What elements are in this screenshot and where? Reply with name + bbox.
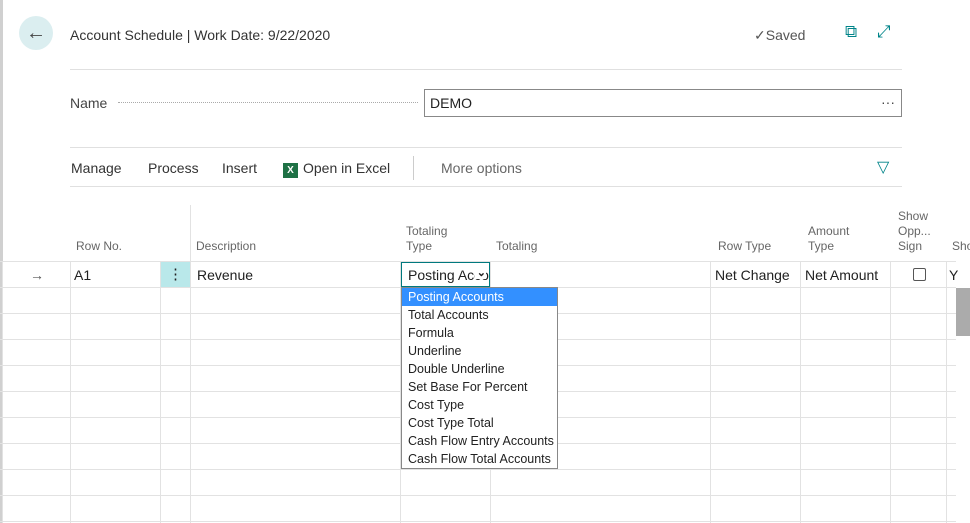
open-in-excel-label: Open in Excel [303, 160, 391, 176]
grid-column-line [946, 261, 947, 523]
dropdown-option[interactable]: Set Base For Percent [402, 378, 557, 396]
grid-column-line [710, 261, 711, 523]
separator [413, 156, 414, 180]
name-value: DEMO [430, 95, 472, 111]
dropdown-option[interactable]: Cost Type Total [402, 414, 557, 432]
dropdown-option[interactable]: Cash Flow Entry Accounts [402, 432, 557, 450]
col-header-row-no[interactable]: Row No. [76, 239, 122, 254]
vertical-scrollbar[interactable] [956, 288, 970, 336]
leader-dots [118, 102, 418, 103]
lookup-ellipsis-button[interactable]: ··· [881, 94, 895, 110]
arrow-left-icon: ← [26, 21, 46, 44]
row-no-cell[interactable]: A1 [74, 267, 91, 283]
chevron-down-icon: ⌄ [474, 266, 486, 279]
dropdown-option[interactable]: Underline [402, 342, 557, 360]
dropdown-option[interactable]: Total Accounts [402, 306, 557, 324]
show-opp-sign-checkbox[interactable] [913, 268, 926, 281]
col-header-show-opp-sign[interactable]: Show Opp... Sign [898, 209, 931, 254]
row-type-cell[interactable]: Net Change [715, 267, 790, 283]
col-header-amount-type[interactable]: Amount Type [808, 224, 849, 254]
show-cell[interactable]: Y [949, 267, 958, 283]
process-button[interactable]: Process [148, 160, 199, 176]
col-header-show[interactable]: Sho [952, 239, 970, 254]
totaling-type-select[interactable]: Posting Accounts⌄ [401, 262, 490, 287]
description-cell[interactable]: Revenue [197, 267, 253, 283]
excel-icon: X [283, 163, 298, 178]
insert-button[interactable]: Insert [222, 160, 257, 176]
divider [70, 186, 902, 187]
current-row-arrow-icon: → [30, 267, 44, 283]
expand-icon[interactable]: ⤢ [877, 22, 891, 42]
back-button[interactable]: ← [19, 16, 53, 50]
divider [70, 147, 902, 148]
row-menu-button[interactable]: ⋮ [161, 262, 190, 287]
grid-row-line [0, 469, 956, 470]
dropdown-option[interactable]: Double Underline [402, 360, 557, 378]
dropdown-option[interactable]: Formula [402, 324, 557, 342]
dropdown-option[interactable]: Cost Type [402, 396, 557, 414]
name-input[interactable]: DEMO ··· [424, 89, 902, 117]
grid-row-line [0, 521, 956, 522]
grid-column-line [890, 261, 891, 523]
saved-status: ✓Saved [754, 27, 806, 43]
grid-column-line [160, 261, 161, 523]
amount-type-cell[interactable]: Net Amount [805, 267, 878, 283]
col-header-totaling-type[interactable]: Totaling Type [406, 224, 447, 254]
page-title: Account Schedule | Work Date: 9/22/2020 [70, 27, 331, 43]
divider [70, 69, 902, 70]
grid-column-line [70, 261, 71, 523]
dropdown-option[interactable]: Posting Accounts [402, 288, 557, 306]
col-header-totaling[interactable]: Totaling [496, 239, 537, 254]
open-new-window-icon[interactable]: ⧉ [845, 22, 857, 42]
col-header-description[interactable]: Description [196, 239, 256, 254]
grid-column-line [2, 261, 3, 523]
more-vertical-icon: ⋮ [168, 266, 183, 283]
grid-row-line [0, 495, 956, 496]
manage-button[interactable]: Manage [71, 160, 122, 176]
totaling-type-dropdown-list: Posting Accounts Total Accounts Formula Und… [401, 287, 558, 469]
grid-column-line [800, 261, 801, 523]
name-label: Name [70, 95, 108, 111]
grid-column-line [190, 261, 191, 523]
open-in-excel-button[interactable]: X Open in Excel [283, 160, 390, 178]
filter-icon[interactable]: ▽ [877, 157, 889, 177]
dropdown-option[interactable]: Cash Flow Total Accounts [402, 450, 557, 468]
more-options-button[interactable]: More options [441, 160, 522, 176]
col-header-row-type[interactable]: Row Type [718, 239, 771, 254]
